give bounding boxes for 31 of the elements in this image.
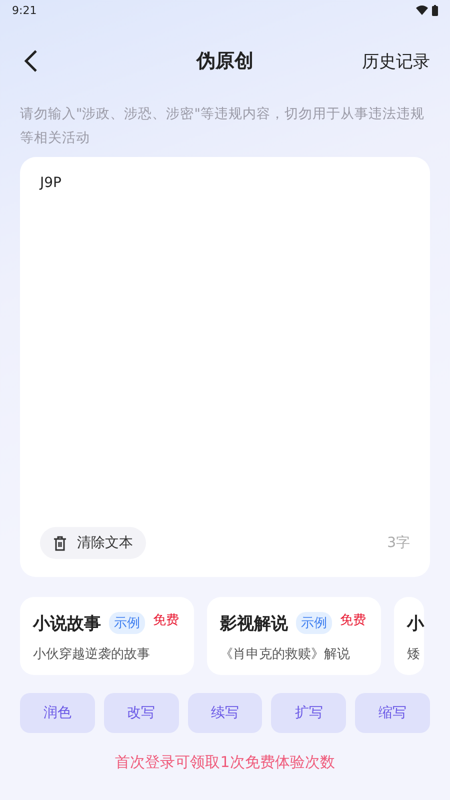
status-time: 9:21 [12,4,37,16]
example-tag: 示例 [109,612,145,634]
example-card[interactable]: 小说故事 示例 免费 小伙穿越逆袭的故事 [20,597,194,675]
free-label: 免费 [153,612,179,629]
rewrite-mode-button[interactable]: 改写 [104,693,179,733]
example-tag: 示例 [296,612,332,634]
input-text: J9P [40,175,62,191]
battery-icon [432,4,438,16]
rewrite-mode-button[interactable]: 润色 [20,693,95,733]
example-title: 影视解说 [220,612,288,634]
example-description: 小伙穿越逆袭的故事 [33,646,151,663]
trash-icon [53,536,67,550]
back-button[interactable] [24,49,38,73]
example-title: 小 [407,612,424,634]
history-link[interactable]: 历史记录 [362,50,430,72]
rewrite-mode-button[interactable]: 缩写 [355,693,430,733]
rewrite-mode-button[interactable]: 续写 [188,693,262,733]
example-title: 小说故事 [33,612,101,634]
page-title: 伪原创 [196,49,254,74]
example-description: 矮 [407,646,421,663]
rewrite-mode-button[interactable]: 扩写 [271,693,346,733]
text-input-field[interactable]: J9P 清除文本 3字 [20,157,430,577]
clear-text-button[interactable]: 清除文本 [40,527,146,559]
example-description: 《肖申克的救赎》解说 [220,646,351,663]
example-card[interactable]: 小 矮 [394,597,424,675]
free-label: 免费 [340,612,366,629]
character-count: 3字 [387,534,410,552]
promo-text: 首次登录可领取1次免费体验次数 [115,753,335,771]
wifi-icon [416,5,428,15]
notice-text: 请勿输入"涉政、涉恐、涉密"等违规内容，切勿用于从事违法违规等相关活动 [19,105,426,148]
example-card[interactable]: 影视解说 示例 免费 《肖申克的救赎》解说 [207,597,381,675]
